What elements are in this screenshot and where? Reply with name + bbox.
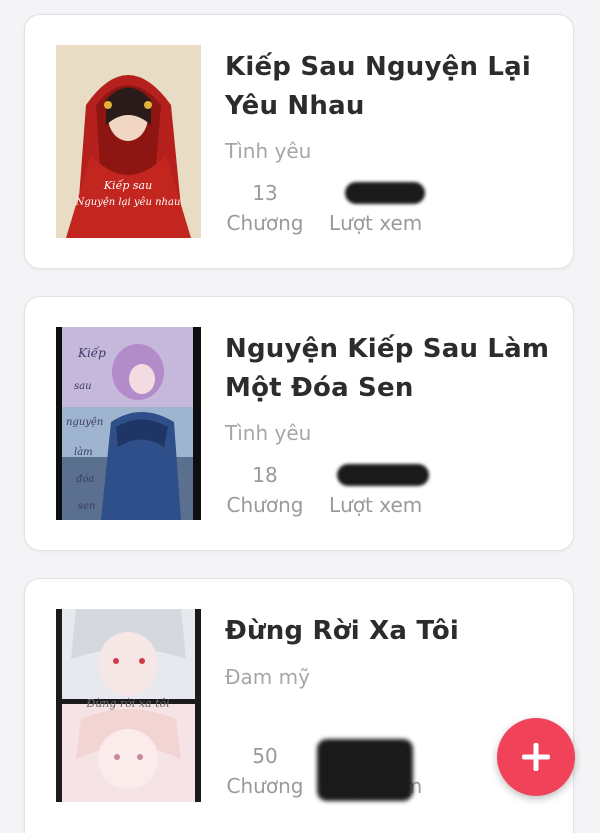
cover-text-line: sen: [78, 501, 96, 512]
story-cover-image[interactable]: Kiếp sau Nguyện lại yêu nhau: [56, 45, 201, 238]
chapter-count: 18 Chương: [225, 460, 305, 520]
cover-text-line: Kiếp: [77, 345, 106, 360]
cover-subtitle-line: Nguyện lại yêu nhau: [75, 197, 181, 208]
cover-text-line: đóa: [76, 474, 94, 485]
story-genre: Tình yêu: [225, 139, 312, 163]
view-count: Lượt xem: [329, 460, 429, 520]
story-card[interactable]: Kiếp sau Nguyện lại yêu nhau Kiếp Sau Ng…: [24, 14, 574, 269]
story-cover-image[interactable]: Đừng rời xa tôi: [56, 609, 201, 802]
cover-text-line: làm: [74, 447, 93, 458]
story-title[interactable]: Kiếp Sau Nguyện Lại Yêu Nhau: [225, 48, 555, 126]
chapter-count-label: Chương: [226, 493, 304, 517]
chapter-count: 13 Chương: [225, 178, 305, 238]
chapter-count-label: Chương: [226, 211, 304, 235]
view-count: Lượt xem: [329, 178, 429, 238]
story-title[interactable]: Đừng Rời Xa Tôi: [225, 612, 555, 651]
chapter-count-label: Chương: [226, 774, 304, 798]
view-count-value-redacted: [329, 460, 429, 490]
chapter-count-value: 50: [252, 744, 278, 768]
redaction-block: [317, 739, 413, 801]
story-genre: Tình yêu: [225, 421, 312, 445]
cover-text-line: nguyện: [66, 417, 103, 428]
story-card[interactable]: Đừng rời xa tôi Đừng Rời Xa Tôi Đam mỹ 5…: [24, 578, 574, 833]
story-genre: Đam mỹ: [225, 665, 310, 689]
story-cover-image[interactable]: Kiếp sau nguyện làm đóa sen: [56, 327, 201, 520]
chapter-count: 50 Chương: [225, 741, 305, 801]
cover-title-line: Đừng rời xa tôi: [85, 697, 169, 710]
plus-icon: [522, 743, 550, 771]
view-count-label: Lượt xem: [329, 493, 423, 517]
view-count-label: Lượt xem: [329, 211, 423, 235]
story-title[interactable]: Nguyện Kiếp Sau Làm Một Đóa Sen: [225, 330, 555, 408]
story-card[interactable]: Kiếp sau nguyện làm đóa sen Nguyện Kiếp …: [24, 296, 574, 551]
add-story-button[interactable]: [497, 718, 575, 796]
cover-title-line: Kiếp sau: [103, 179, 152, 192]
chapter-count-value: 13: [252, 181, 278, 205]
story-list: Kiếp sau Nguyện lại yêu nhau Kiếp Sau Ng…: [0, 0, 600, 833]
cover-text-line: sau: [74, 381, 92, 392]
view-count: Lượt xem: [317, 739, 429, 801]
chapter-count-value: 18: [252, 463, 278, 487]
view-count-value-redacted: [329, 178, 429, 208]
